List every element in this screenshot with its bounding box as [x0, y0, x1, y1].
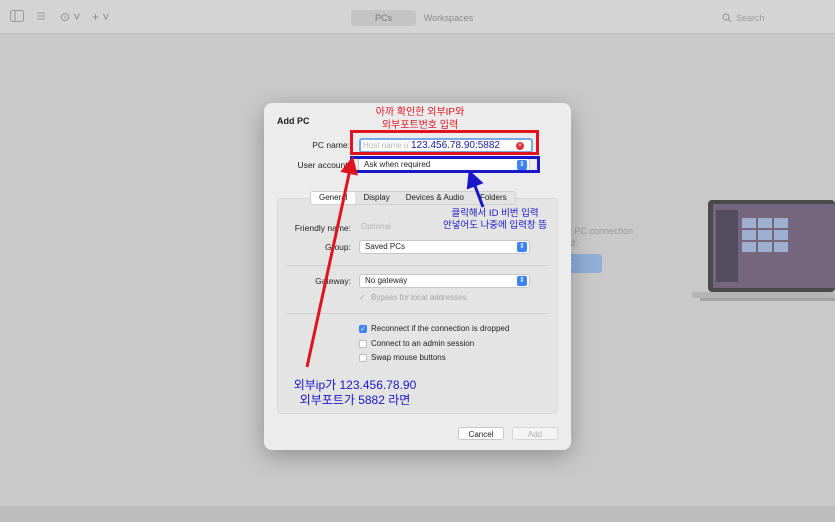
tab-folders[interactable]: Folders — [472, 192, 515, 204]
gateway-select[interactable]: No gateway ⇕ — [359, 274, 530, 288]
admin-session-label: Connect to an admin session — [371, 339, 475, 348]
toolbar: ⊙ ˅ + ˅ PCs Workspaces Search — [0, 0, 835, 34]
friendly-name-placeholder: Optional — [361, 222, 391, 231]
swap-mouse-checkbox[interactable] — [359, 354, 367, 362]
swap-mouse-label: Swap mouse buttons — [371, 353, 446, 362]
empty-state-line-1: st PC connection — [565, 226, 634, 236]
dialog-title: Add PC — [277, 116, 310, 126]
cancel-button[interactable]: Cancel — [458, 427, 504, 440]
tab-workspaces[interactable]: Workspaces — [416, 10, 481, 26]
list-view-icon[interactable] — [36, 10, 46, 24]
friendly-name-label: Friendly name: — [294, 223, 351, 233]
tab-pcs[interactable]: PCs — [351, 10, 416, 26]
annotation-red-line-1: 아까 확인한 외부IP와 — [375, 107, 465, 118]
group-value: Saved PCs — [365, 242, 406, 251]
reconnect-checkbox[interactable]: ✓ — [359, 325, 367, 333]
annotation-bottom-line-2: 외부포트가 5882 라면 — [299, 393, 411, 407]
annotation-blue-text: 클릭해서 ID 비번 입력 안넣어도 나중에 입력창 뜸 — [430, 208, 560, 232]
annotation-red-box — [350, 130, 539, 155]
chevron-updown-icon: ⇕ — [517, 242, 527, 252]
tab-display[interactable]: Display — [355, 192, 397, 204]
search-icon — [722, 13, 732, 23]
search-input[interactable]: Search — [716, 9, 835, 27]
more-options-button[interactable]: ⊙ ˅ — [60, 10, 80, 24]
reconnect-label: Reconnect if the connection is dropped — [371, 324, 510, 333]
tab-devices-audio[interactable]: Devices & Audio — [398, 192, 472, 204]
chevron-updown-icon: ⇕ — [517, 276, 527, 286]
annotation-blue-box — [350, 156, 540, 173]
status-bar — [0, 506, 835, 522]
pc-name-label: PC name: — [312, 140, 350, 150]
settings-tabs: General Display Devices & Audio Folders — [310, 191, 516, 205]
add-button-disabled[interactable]: Add — [512, 427, 558, 440]
empty-state-line-2: ed. — [565, 238, 578, 248]
bypass-checkbox[interactable]: ✓ — [359, 294, 367, 302]
laptop-illustration — [692, 200, 835, 301]
annotation-red-text: 아까 확인한 외부IP와 외부포트번호 입력 — [360, 106, 480, 132]
group-label: Group: — [325, 242, 351, 252]
annotation-blue-line-2: 안넣어도 나중에 입력창 뜸 — [442, 220, 548, 231]
annotation-blue-line-1: 클릭해서 ID 비번 입력 — [451, 208, 539, 219]
gateway-value: No gateway — [365, 276, 408, 285]
bypass-label: Bypass for local addresses — [371, 293, 467, 302]
admin-session-checkbox[interactable] — [359, 340, 367, 348]
search-placeholder: Search — [736, 13, 765, 23]
sidebar-toggle-icon[interactable] — [10, 10, 24, 24]
view-tabs: PCs Workspaces — [351, 10, 481, 26]
gateway-label: Gateway: — [315, 276, 351, 286]
annotation-bottom-line-1: 외부ip가 123.456.78.90 — [293, 378, 417, 392]
divider — [287, 265, 549, 266]
group-select[interactable]: Saved PCs ⇕ — [359, 240, 530, 254]
user-account-label: User account: — [297, 160, 350, 170]
add-button[interactable]: + ˅ — [92, 10, 109, 24]
tab-general[interactable]: General — [311, 192, 356, 204]
divider — [287, 313, 549, 314]
annotation-bottom-text: 외부ip가 123.456.78.90 외부포트가 5882 라면 — [280, 378, 430, 408]
empty-state-text: st PC connection ed. — [565, 225, 633, 249]
